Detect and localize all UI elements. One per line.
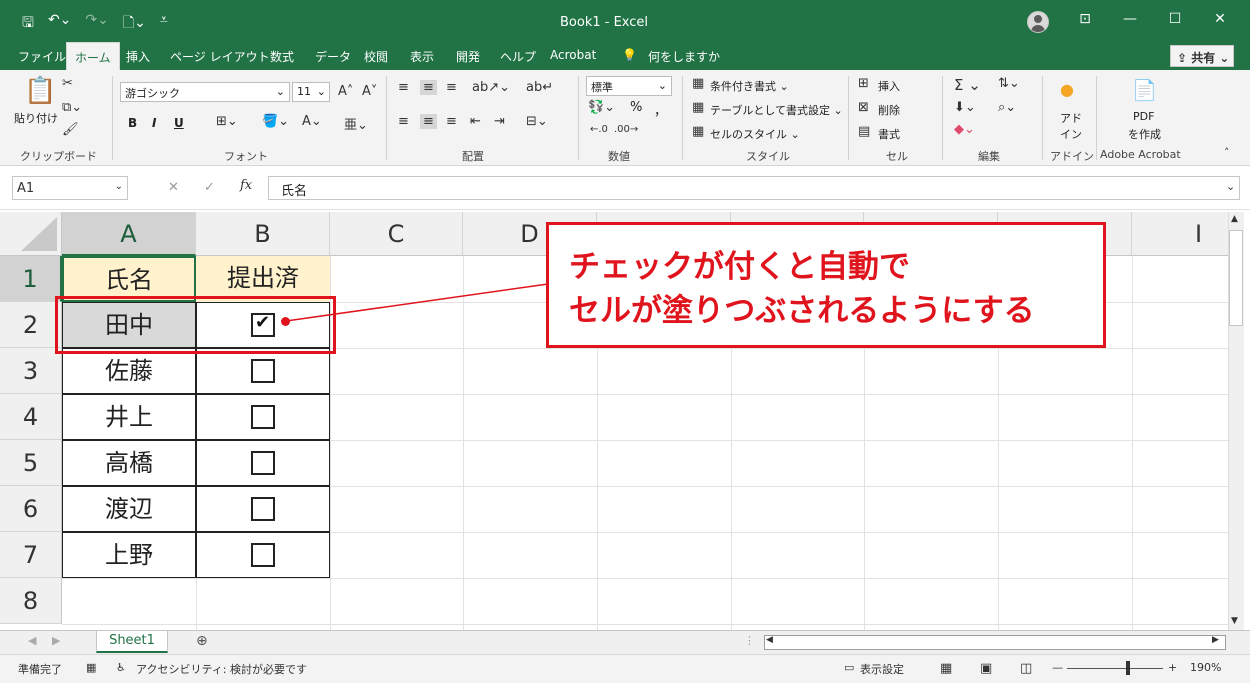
macro-record-icon[interactable]: ▦ (86, 661, 96, 674)
sheet-tab-bar: ◀ ▶ Sheet1 ⊕ ⋮ ◀ ▶ (0, 630, 1250, 654)
next-sheet-icon[interactable]: ▶ (52, 634, 60, 647)
zoom-in-icon[interactable]: + (1168, 661, 1177, 674)
scroll-left-icon[interactable]: ◀ (766, 635, 773, 645)
accessibility-icon[interactable]: ♿ (116, 661, 126, 674)
scroll-right-icon[interactable]: ▶ (1212, 635, 1219, 645)
page-break-view-icon[interactable]: ◫ (1020, 661, 1032, 676)
horizontal-scrollbar[interactable] (764, 635, 1226, 650)
highlight-box-row2 (55, 296, 336, 354)
tab-split-handle[interactable]: ⋮ (744, 634, 755, 647)
scroll-down-icon[interactable]: ▼ (1231, 616, 1238, 626)
status-ready: 準備完了 (18, 663, 62, 676)
zoom-slider-thumb[interactable] (1126, 661, 1130, 675)
zoom-slider[interactable] (1067, 668, 1163, 669)
display-settings-icon[interactable]: ▭ (844, 661, 854, 674)
vertical-scroll-thumb[interactable] (1229, 230, 1243, 326)
callout-line-2: セルが塗りつぶされるようにする (569, 293, 1035, 329)
zoom-out-icon[interactable]: — (1052, 661, 1063, 674)
scroll-up-icon[interactable]: ▲ (1231, 214, 1238, 224)
status-bar: 準備完了 ▦ ♿ アクセシビリティ: 検討が必要です ▭ 表示設定 ▦ ▣ ◫ … (0, 654, 1250, 683)
add-sheet-icon[interactable]: ⊕ (196, 633, 208, 649)
normal-view-icon[interactable]: ▦ (940, 661, 952, 676)
display-settings[interactable]: 表示設定 (860, 661, 904, 677)
sheet-tab-sheet1[interactable]: Sheet1 (96, 631, 168, 653)
callout-dot (281, 317, 290, 326)
accessibility-status[interactable]: アクセシビリティ: 検討が必要です (136, 661, 307, 677)
page-layout-view-icon[interactable]: ▣ (980, 661, 992, 676)
callout-box: チェックが付くと自動で セルが塗りつぶされるようにする (546, 222, 1106, 348)
callout-line-1: チェックが付くと自動で (569, 249, 910, 285)
zoom-level[interactable]: 190% (1190, 661, 1221, 674)
prev-sheet-icon[interactable]: ◀ (28, 634, 36, 647)
